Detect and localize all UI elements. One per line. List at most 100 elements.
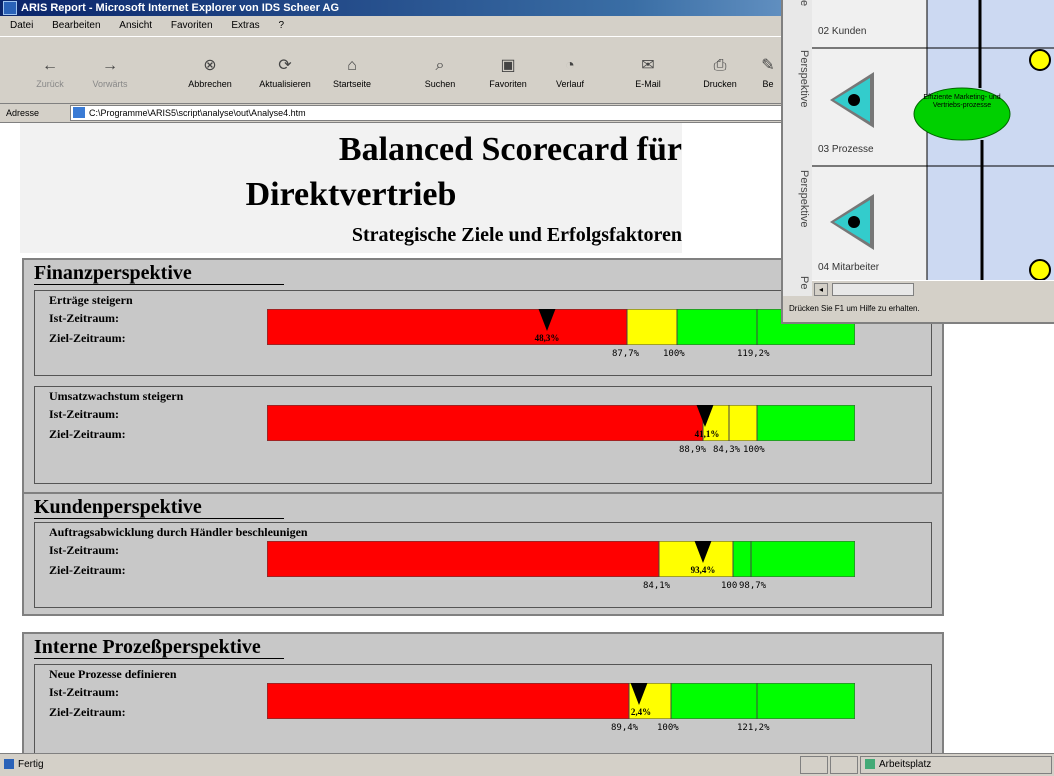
tick-label: 88,9% — [679, 445, 707, 455]
goal-title: Umsatzwachstum steigern — [49, 389, 184, 403]
tick-label: 84,1% — [643, 581, 671, 591]
refresh-button[interactable]: ⟳ Aktualisieren — [255, 55, 315, 89]
report-title-line1: Balanced Scorecard für — [338, 131, 682, 168]
window-title: ARIS Report - Microsoft Internet Explore… — [21, 2, 340, 14]
history-icon: ◔ — [565, 57, 575, 74]
forward-arrow-icon: → — [102, 57, 118, 74]
tick-label: 98,7% — [739, 581, 767, 591]
tab-perspective[interactable]: e — [785, 0, 810, 40]
menu-help[interactable]: ? — [278, 20, 284, 31]
security-zone: Arbeitsplatz — [860, 756, 1052, 774]
history-button[interactable]: ◔ Verlauf — [540, 55, 600, 89]
model-svg — [812, 0, 1054, 281]
tab-perspective[interactable]: Perspektive — [785, 50, 810, 160]
report-header: Balanced Scorecard für Direktvertrieb St… — [20, 123, 682, 253]
tick-label: 100% — [657, 723, 679, 733]
goal-box: Auftragsabwicklung durch Händler beschle… — [34, 522, 932, 608]
bar-svg: 48,3% — [267, 309, 855, 345]
back-arrow-icon: ← — [42, 57, 58, 74]
stop-button[interactable]: ⊗ Abbrechen — [180, 55, 240, 89]
menu-favoriten[interactable]: Favoriten — [171, 20, 213, 31]
tab-perspective[interactable]: Perspektive — [785, 170, 810, 270]
status-indicator-icon — [1029, 49, 1051, 71]
goal-box: Neue Prozesse definieren Ist-Zeitraum: Z… — [34, 664, 932, 753]
forward-button[interactable]: → Vorwärts — [80, 55, 140, 89]
status-text: Fertig — [18, 759, 44, 770]
ist-label: Ist-Zeitraum: — [49, 311, 119, 325]
traffic-light-bar: 2,4% — [267, 683, 855, 719]
status-indicator-icon — [1029, 259, 1051, 281]
marker-value: 2,4% — [631, 707, 651, 717]
aris-window: e Perspektive Perspektive Pe Effiziente … — [781, 0, 1054, 324]
bar-green — [670, 683, 855, 719]
report-subtitle: Strategische Ziele und Erfolgsfaktoren — [351, 224, 682, 246]
menu-bearbeiten[interactable]: Bearbeiten — [52, 20, 100, 31]
ziel-label: Ziel-Zeitraum: — [49, 427, 126, 441]
bar-red — [267, 309, 628, 345]
favorites-button[interactable]: ▣ Favoriten — [478, 55, 538, 89]
section-underline — [34, 284, 284, 285]
bar-svg: 2,4% — [267, 683, 855, 719]
ie-icon — [3, 1, 17, 15]
bar-svg: 93,4% — [267, 541, 855, 577]
tick-label: 84,3% — [713, 445, 741, 455]
bar-ticks: 84,1% 100 98,7% — [267, 581, 950, 593]
status-bar: Fertig Arbeitsplatz — [0, 753, 1054, 776]
section-title: Finanzperspektive — [34, 262, 192, 284]
menu-extras[interactable]: Extras — [231, 20, 259, 31]
stop-icon: ⊗ — [203, 57, 217, 74]
tick-label: 87,7% — [612, 349, 640, 359]
page-done-icon — [4, 759, 14, 770]
ziel-label: Ziel-Zeitraum: — [49, 331, 126, 345]
aris-status-text: Drücken Sie F1 um Hilfe zu erhalten. — [789, 304, 920, 313]
mail-button[interactable]: ✉ E-Mail — [618, 55, 678, 89]
menu-ansicht[interactable]: Ansicht — [119, 20, 152, 31]
bar-green — [756, 405, 855, 441]
status-cell — [800, 756, 828, 774]
row-label: 03 Prozesse — [818, 144, 874, 155]
home-icon: ⌂ — [347, 57, 357, 74]
section-title: Interne Prozeßperspektive — [34, 636, 261, 658]
marker-value: 48,3% — [535, 333, 560, 343]
bar-ticks: 89,4% 100% 121,2% — [267, 723, 950, 735]
tick-label: 121,2% — [737, 723, 770, 733]
mail-icon: ✉ — [641, 57, 655, 74]
tick-label: 89,4% — [611, 723, 639, 733]
horizontal-scrollbar[interactable]: ◂ — [812, 280, 1054, 297]
marker-value: 41,1% — [695, 429, 720, 439]
bar-red — [267, 683, 630, 719]
section-underline — [34, 658, 284, 659]
bar-svg: 41,1% — [267, 405, 855, 441]
goal-title: Neue Prozesse definieren — [49, 667, 177, 681]
search-icon: ⌕ — [435, 57, 445, 74]
bar-red — [267, 541, 660, 577]
perspective-tabs: e Perspektive Perspektive Pe — [783, 0, 813, 296]
tick-label: 100% — [743, 445, 765, 455]
marker-value: 93,4% — [691, 565, 716, 575]
address-field[interactable]: C:\Programme\ARIS5\script\analyse\out\An… — [70, 105, 790, 121]
scroll-left-icon[interactable]: ◂ — [814, 283, 828, 296]
back-button[interactable]: ← Zurück — [20, 55, 80, 89]
refresh-icon: ⟳ — [278, 57, 292, 74]
bar-yellow — [626, 309, 678, 345]
home-button[interactable]: ⌂ Startseite — [322, 55, 382, 89]
search-button[interactable]: ⌕ Suchen — [410, 55, 470, 89]
scroll-thumb[interactable] — [832, 283, 914, 296]
row-label: 04 Mitarbeiter — [818, 262, 880, 273]
goal-node-label: Effiziente Marketing- und Vertriebs-proz… — [923, 94, 1001, 109]
favorites-icon: ▣ — [500, 57, 516, 74]
bar-ticks: 88,9% 84,3% 100% — [267, 445, 950, 457]
bar-red — [267, 405, 704, 441]
print-icon: ⎙ — [713, 57, 727, 74]
ziel-label: Ziel-Zeitraum: — [49, 563, 126, 577]
traffic-light-bar: 41,1% — [267, 405, 855, 441]
tick-label: 100% — [663, 349, 685, 359]
model-canvas[interactable]: Effiziente Marketing- und Vertriebs-proz… — [812, 0, 1054, 281]
ist-label: Ist-Zeitraum: — [49, 407, 119, 421]
menu-datei[interactable]: Datei — [10, 20, 33, 31]
traffic-light-bar: 93,4% — [267, 541, 855, 577]
tab-perspective[interactable]: Pe — [785, 276, 810, 296]
row-label: 02 Kunden — [818, 26, 867, 37]
status-cell — [830, 756, 858, 774]
ist-label: Ist-Zeitraum: — [49, 543, 119, 557]
